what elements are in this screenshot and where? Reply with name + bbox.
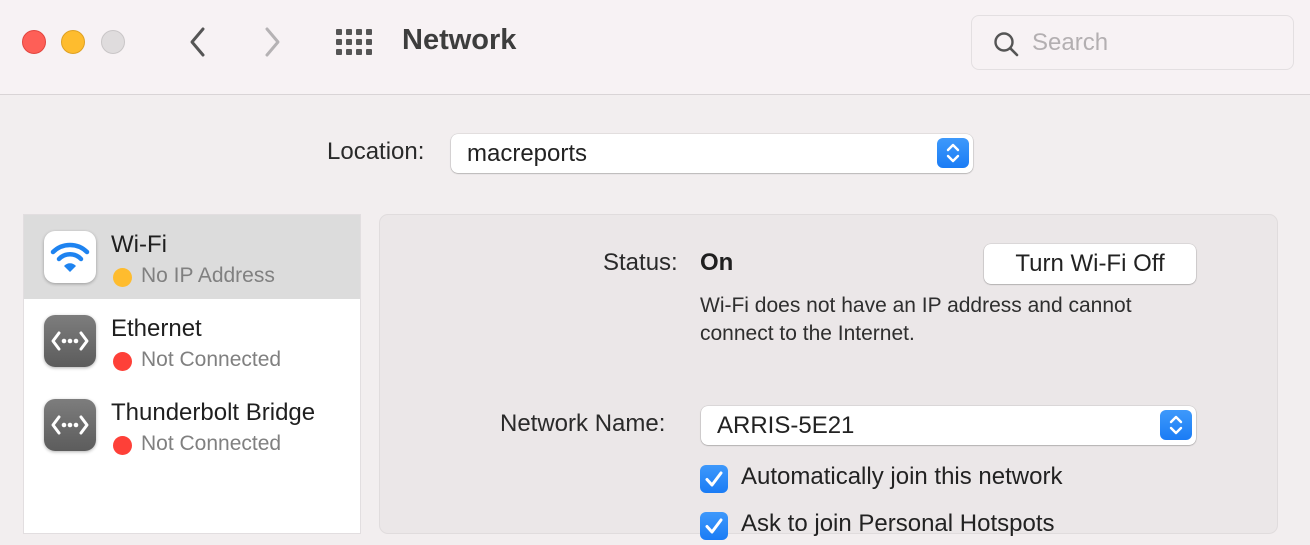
service-status: Not Connected: [141, 348, 282, 371]
checkmark-icon: [700, 512, 728, 540]
search-icon: [994, 32, 1019, 57]
service-status: No IP Address: [141, 264, 275, 287]
status-description: Wi-Fi does not have an IP address and ca…: [700, 294, 1132, 345]
chevron-up-down-icon: [1160, 410, 1192, 440]
status-label: Status:: [603, 249, 678, 276]
minimize-window-button[interactable]: [61, 30, 85, 54]
show-all-button[interactable]: [334, 28, 374, 56]
service-name: Thunderbolt Bridge: [111, 399, 316, 426]
checkmark-icon: [700, 465, 728, 493]
service-name: Wi-Fi: [111, 231, 167, 258]
search-field[interactable]: [971, 15, 1294, 70]
ask-join-hotspots-label: Ask to join Personal Hotspots: [741, 510, 1055, 537]
service-item-wifi[interactable]: Wi-Fi No IP Address: [24, 215, 360, 299]
service-item-thunderbolt-bridge[interactable]: Thunderbolt Bridge Not Connected: [24, 383, 360, 467]
close-window-button[interactable]: [22, 30, 46, 54]
location-label: Location:: [327, 138, 425, 165]
status-dot: [113, 268, 132, 287]
wifi-icon: [44, 231, 96, 283]
chevron-right-icon: [265, 27, 280, 57]
status-dot: [113, 436, 132, 455]
window-title: Network: [402, 24, 517, 56]
service-name: Ethernet: [111, 315, 202, 342]
back-button[interactable]: [183, 24, 213, 60]
network-name-label: Network Name:: [500, 410, 666, 437]
zoom-window-button[interactable]: [101, 30, 125, 54]
status-dot: [113, 352, 132, 371]
chevron-up-down-icon: [937, 138, 969, 168]
service-item-ethernet[interactable]: Ethernet Not Connected: [24, 299, 360, 383]
ethernet-icon: [44, 399, 96, 451]
chevron-left-icon: [190, 27, 205, 57]
location-value: macreports: [467, 140, 588, 167]
location-popup[interactable]: macreports: [451, 134, 973, 173]
ethernet-icon: [44, 315, 96, 367]
status-value: On: [700, 249, 734, 276]
service-status: Not Connected: [141, 432, 282, 455]
service-list[interactable]: Wi-Fi No IP Address Ethernet Not Connect…: [23, 214, 361, 534]
turn-wifi-off-button[interactable]: Turn Wi-Fi Off: [984, 244, 1196, 284]
forward-button[interactable]: [257, 24, 287, 60]
window-toolbar: Network: [0, 0, 1310, 95]
network-name-popup[interactable]: ARRIS-5E21: [701, 406, 1196, 445]
search-input[interactable]: [1032, 26, 1272, 60]
auto-join-label: Automatically join this network: [741, 463, 1063, 490]
network-name-value: ARRIS-5E21: [717, 412, 855, 439]
